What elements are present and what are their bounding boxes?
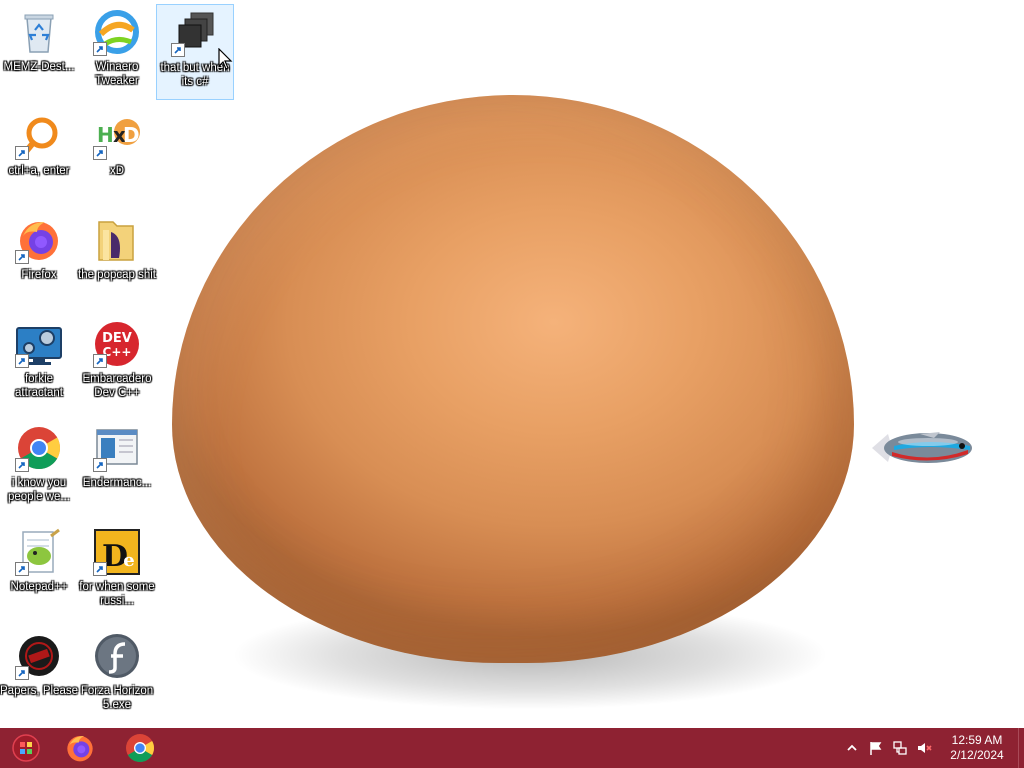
windows-stack-icon bbox=[171, 9, 219, 57]
taskbar-clock[interactable]: 12:59 AM 2/12/2024 bbox=[936, 728, 1018, 768]
network-button[interactable] bbox=[888, 728, 912, 768]
volume-button[interactable] bbox=[912, 728, 936, 768]
svg-text:H: H bbox=[97, 123, 114, 147]
icon-label: for when some russi... bbox=[79, 581, 155, 607]
shortcut-arrow-icon bbox=[15, 354, 29, 368]
icon-label: Winaero Tweaker bbox=[95, 61, 139, 87]
icon-label: Embarcadero Dev C++ bbox=[82, 373, 152, 399]
icon-label: MEMZ-Dest... bbox=[3, 61, 75, 73]
flag-icon bbox=[870, 742, 882, 755]
chrome-icon bbox=[126, 734, 155, 763]
de-icon: D e bbox=[93, 528, 141, 576]
clock-date: 2/12/2024 bbox=[950, 748, 1004, 762]
taskbar: 12:59 AM 2/12/2024 bbox=[0, 728, 1024, 768]
network-icon bbox=[893, 741, 907, 755]
window-app-icon bbox=[93, 424, 141, 472]
icon-label: Notepad++ bbox=[10, 581, 68, 593]
shortcut-arrow-icon bbox=[15, 666, 29, 680]
folder-icon bbox=[93, 216, 141, 264]
desktop-icon-firefox[interactable]: Firefox bbox=[0, 212, 78, 308]
desktop-icon-popcap[interactable]: the popcap shit bbox=[78, 212, 156, 308]
papers-please-icon bbox=[15, 632, 63, 680]
icon-label: forkie attractant bbox=[15, 373, 63, 399]
icon-label: i know you people we... bbox=[7, 477, 70, 503]
desktop-icon-ctrl-enter[interactable]: ctrl+a, enter bbox=[0, 108, 78, 204]
taskbar-chrome[interactable] bbox=[110, 728, 170, 768]
desktop-icon-chrome[interactable]: i know you people we... bbox=[0, 420, 78, 516]
icon-label: Forza Horizon 5.exe bbox=[80, 685, 154, 711]
egg-wallpaper bbox=[172, 95, 854, 663]
notepad-plus-plus-icon bbox=[15, 528, 63, 576]
firefox-icon bbox=[67, 736, 93, 762]
desktop-icon-enderman[interactable]: Endermanc... bbox=[78, 420, 156, 516]
shortcut-arrow-icon bbox=[171, 43, 185, 57]
desktop-icon-forza[interactable]: Forza Horizon 5.exe bbox=[78, 628, 156, 724]
icon-label: xD bbox=[109, 165, 125, 177]
shortcut-arrow-icon bbox=[15, 146, 29, 160]
svg-text:e: e bbox=[123, 550, 134, 571]
shortcut-arrow-icon bbox=[15, 250, 29, 264]
desktop-icon-forkie[interactable]: forkie attractant bbox=[0, 316, 78, 412]
icon-label: Firefox bbox=[21, 269, 57, 281]
shortcut-arrow-icon bbox=[93, 562, 107, 576]
svg-text:D: D bbox=[123, 123, 140, 147]
taskbar-firefox[interactable] bbox=[50, 728, 110, 768]
shortcut-arrow-icon bbox=[15, 458, 29, 472]
magnifier-icon bbox=[15, 112, 63, 160]
monitor-gear-icon bbox=[15, 320, 63, 368]
shortcut-arrow-icon bbox=[93, 42, 107, 56]
shortcut-arrow-icon bbox=[93, 146, 107, 160]
show-desktop-button[interactable] bbox=[1018, 728, 1024, 768]
start-orb-icon bbox=[12, 734, 40, 762]
chrome-icon bbox=[15, 424, 63, 472]
desktop-icon-xd[interactable]: H x D xD bbox=[78, 108, 156, 204]
desktop-icon-decompiler[interactable]: D e for when some russi... bbox=[78, 524, 156, 620]
desktop-icon-notepad[interactable]: Notepad++ bbox=[0, 524, 78, 620]
firefox-icon bbox=[15, 216, 63, 264]
svg-text:DEV: DEV bbox=[102, 331, 132, 346]
clock-time: 12:59 AM bbox=[951, 733, 1003, 747]
icon-label: Endermanc... bbox=[82, 477, 152, 489]
chevron-up-icon bbox=[847, 744, 857, 751]
desktop-icon-memz[interactable]: MEMZ-Dest... bbox=[0, 4, 78, 100]
winaero-icon bbox=[93, 8, 141, 56]
desktop[interactable]: MEMZ-Dest... ctrl+a, enter Firefox forki… bbox=[0, 0, 1024, 728]
desktop-icon-winaero[interactable]: Winaero Tweaker bbox=[78, 4, 156, 100]
start-button[interactable] bbox=[2, 728, 50, 768]
recycle-bin-icon bbox=[15, 8, 63, 56]
icon-label: ctrl+a, enter bbox=[8, 165, 70, 177]
show-hidden-icons-button[interactable] bbox=[840, 728, 864, 768]
icon-label: the popcap shit bbox=[78, 269, 157, 281]
shortcut-arrow-icon bbox=[15, 562, 29, 576]
mouse-cursor-icon bbox=[218, 48, 233, 70]
action-center-button[interactable] bbox=[864, 728, 888, 768]
shortcut-arrow-icon bbox=[93, 458, 107, 472]
hxd-icon: H x D bbox=[93, 112, 141, 160]
flash-icon bbox=[93, 632, 141, 680]
shortcut-arrow-icon bbox=[93, 354, 107, 368]
dev-cpp-icon: DEV C++ bbox=[93, 320, 141, 368]
system-tray: 12:59 AM 2/12/2024 bbox=[840, 728, 1024, 768]
desktop-icon-devcpp[interactable]: DEV C++ Embarcadero Dev C++ bbox=[78, 316, 156, 412]
desktop-icon-papers-please[interactable]: Papers, Please bbox=[0, 628, 78, 724]
neon-tetra-fish bbox=[872, 432, 972, 463]
icon-label: Papers, Please bbox=[0, 685, 78, 697]
volume-muted-icon bbox=[918, 743, 932, 753]
